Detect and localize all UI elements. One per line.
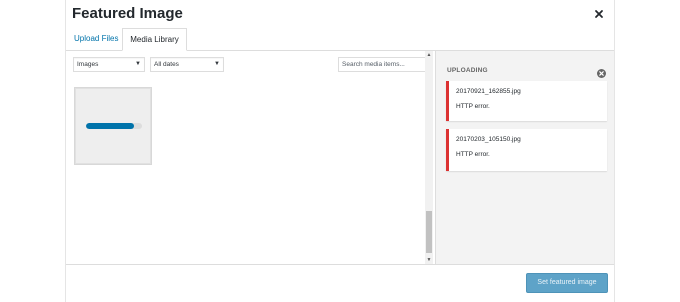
- upload-error-card: 20170921_162855.jpg HTTP error.: [446, 81, 607, 121]
- media-type-filter-value: Images: [77, 61, 99, 68]
- close-icon: [595, 10, 603, 18]
- upload-progress-bar: [86, 123, 142, 129]
- close-button[interactable]: [592, 7, 606, 21]
- scroll-down-icon[interactable]: ▼: [425, 256, 433, 264]
- scroll-thumb[interactable]: [426, 211, 432, 253]
- error-message: HTTP error.: [456, 103, 490, 110]
- tab-upload-files[interactable]: Upload Files: [72, 28, 120, 50]
- attachments-browser: Images ▼ All dates ▼ ▲ ▼: [66, 51, 436, 264]
- date-filter[interactable]: All dates ▼: [150, 57, 224, 72]
- uploading-heading: UPLOADING: [447, 67, 488, 74]
- scroll-up-icon[interactable]: ▲: [425, 51, 433, 59]
- upload-error-card: 20170203_105150.jpg HTTP error.: [446, 129, 607, 171]
- media-type-filter[interactable]: Images ▼: [73, 57, 145, 72]
- media-toolbar: Set featured image: [66, 264, 614, 302]
- media-modal: Featured Image Upload Files Media Librar…: [65, 0, 615, 302]
- router-tabs: Upload Files Media Library: [66, 28, 614, 51]
- upload-progress-fill: [86, 123, 134, 129]
- tab-media-library[interactable]: Media Library: [122, 28, 187, 51]
- attachment-uploading[interactable]: [74, 87, 152, 165]
- media-sidebar: UPLOADING 20170921_162855.jpg HTTP error…: [436, 51, 614, 264]
- error-filename: 20170203_105150.jpg: [456, 136, 521, 143]
- error-filename: 20170921_162855.jpg: [456, 88, 521, 95]
- scrollbar[interactable]: ▲ ▼: [425, 51, 433, 264]
- error-message: HTTP error.: [456, 151, 490, 158]
- date-filter-value: All dates: [154, 61, 179, 68]
- set-featured-image-button[interactable]: Set featured image: [526, 273, 608, 293]
- page: Featured Image Upload Files Media Librar…: [0, 0, 680, 302]
- search-media-input[interactable]: [338, 57, 426, 72]
- chevron-down-icon: ▼: [135, 61, 141, 67]
- chevron-down-icon: ▼: [214, 61, 220, 67]
- modal-title: Featured Image: [72, 5, 183, 22]
- dismiss-errors-icon[interactable]: [597, 65, 606, 78]
